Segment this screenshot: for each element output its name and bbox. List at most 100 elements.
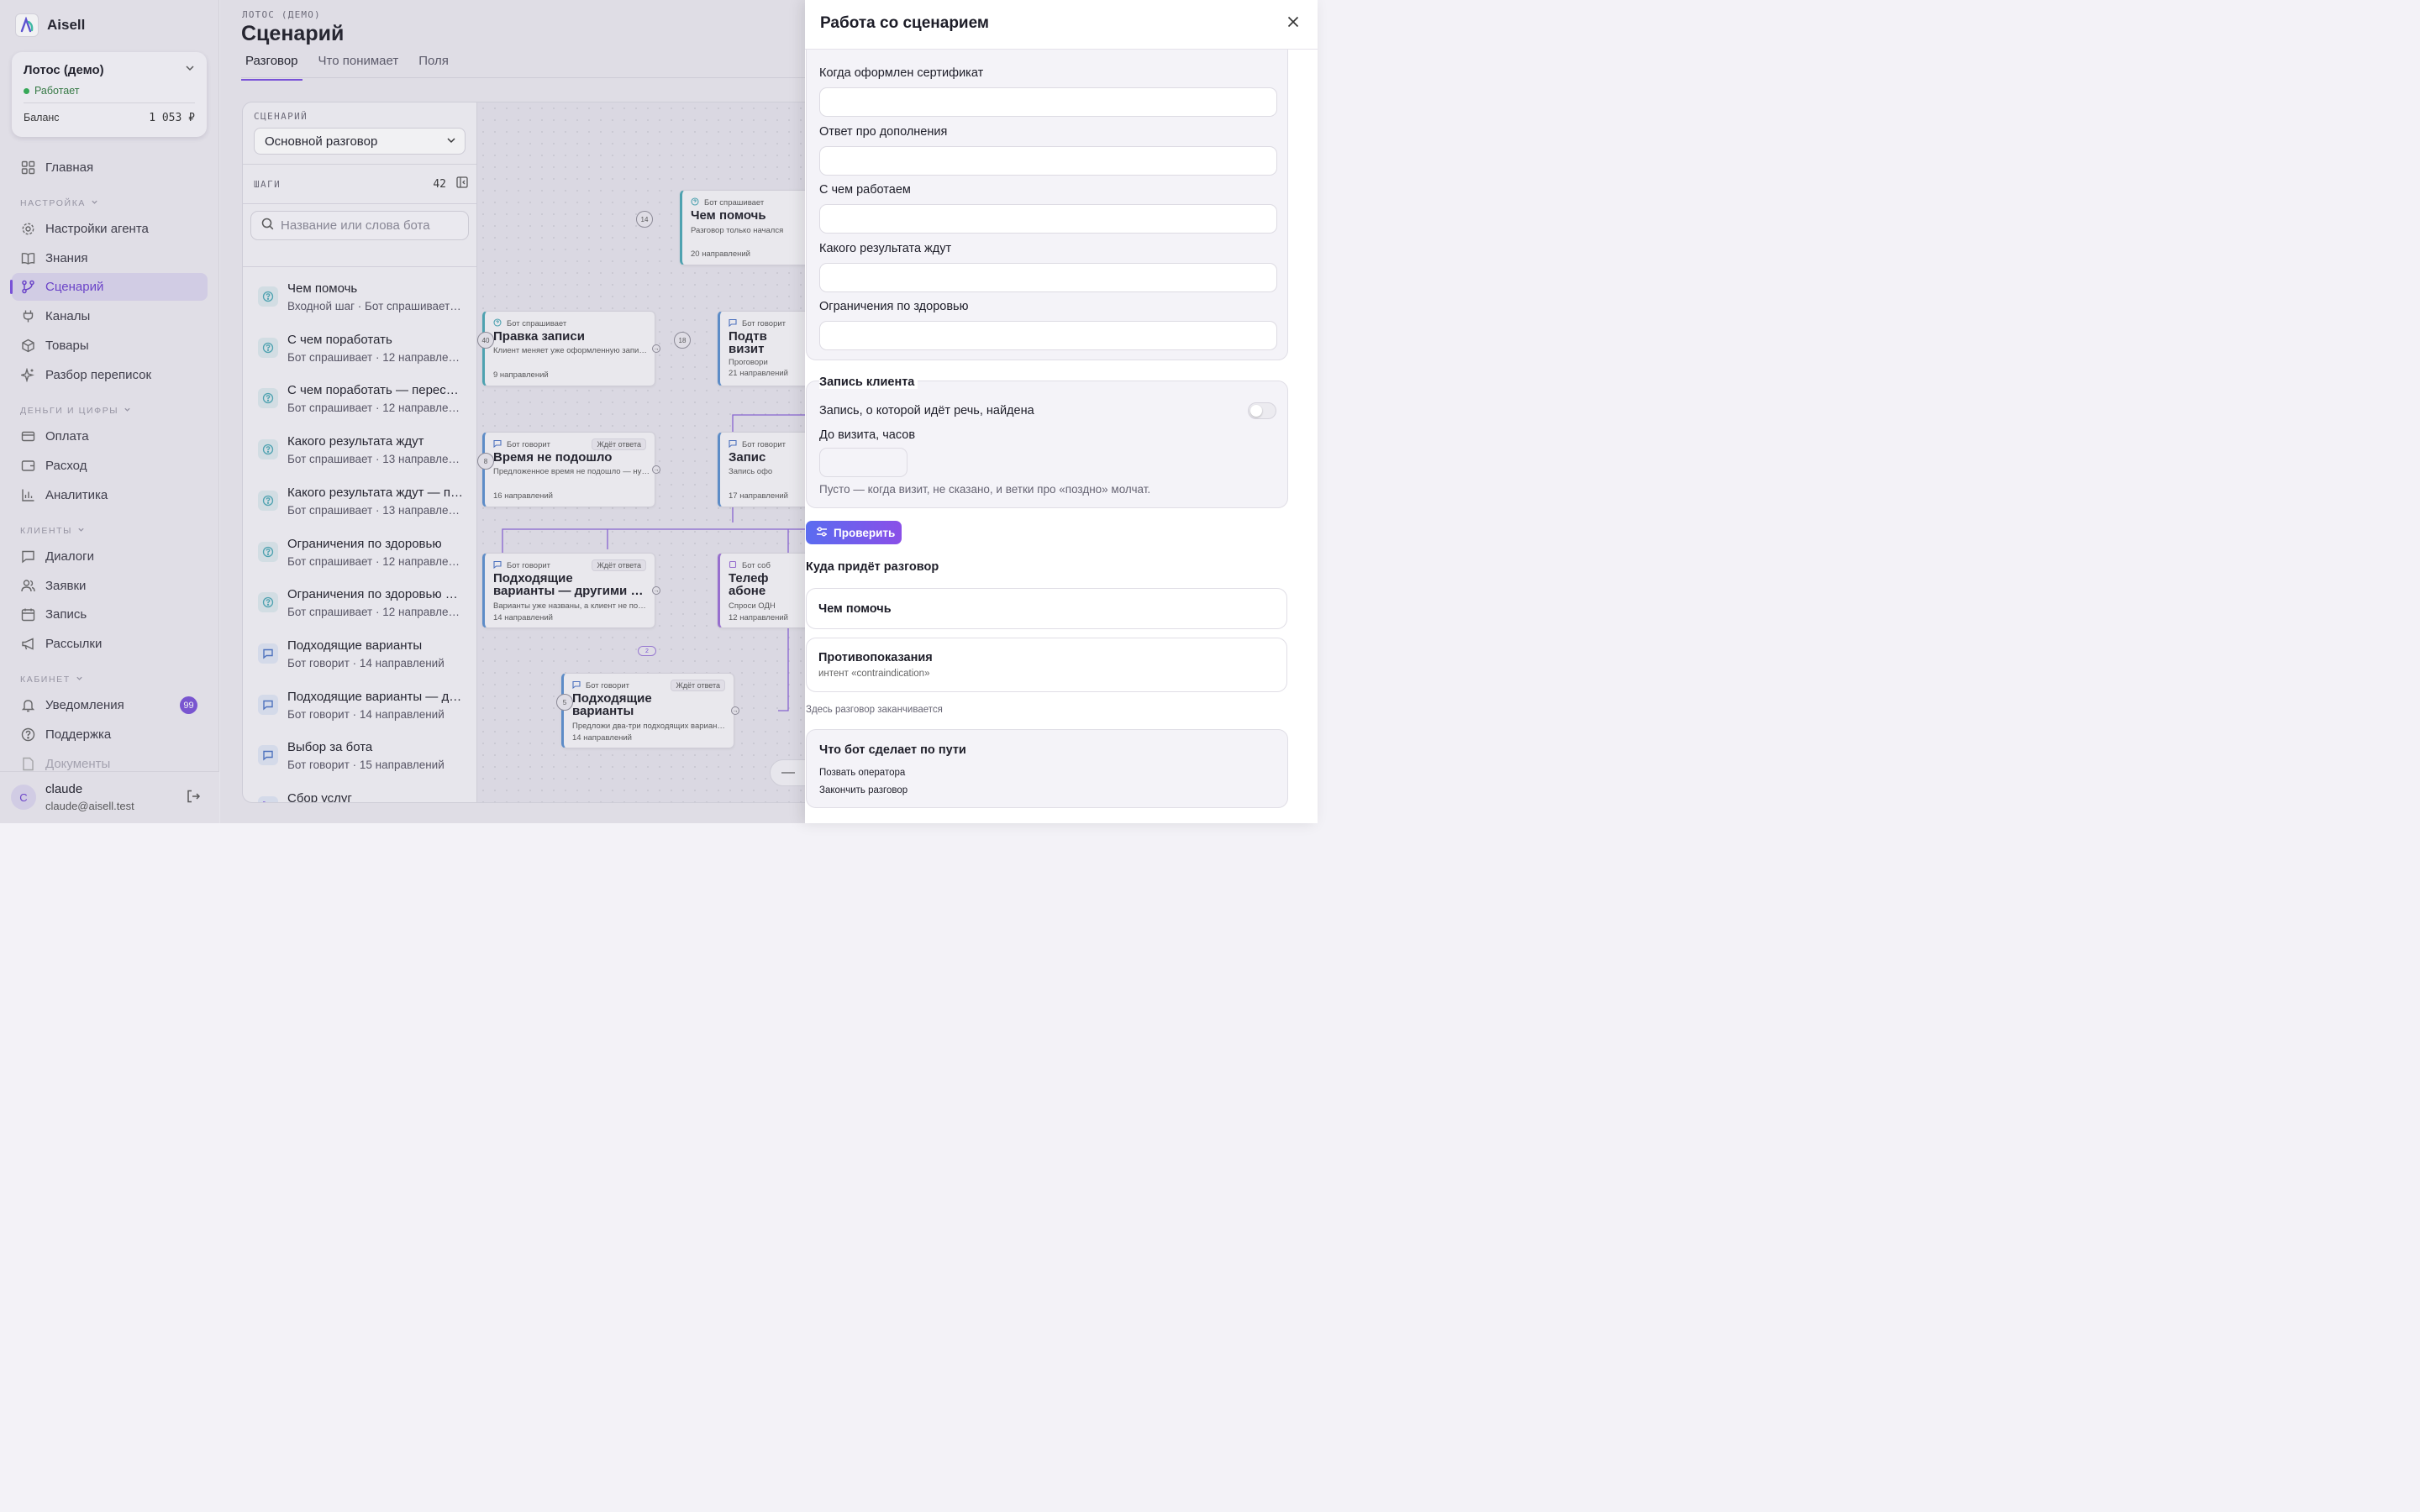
flow-node[interactable]: Бот спрашивает Чем помочь Разговор только …: [680, 190, 808, 265]
nav-review[interactable]: Разбор переписок: [12, 361, 208, 389]
node-kind-label: Бот говорит: [742, 440, 786, 449]
chevron-down-icon: [124, 406, 131, 416]
tab-understands[interactable]: Что понимает: [314, 52, 403, 81]
chevron-down-icon: [446, 134, 456, 149]
step-list-item[interactable]: Чем помочь Входной шаг · Бот спрашивает ·…: [258, 281, 468, 328]
nav-agent-settings-label: Настройки агента: [45, 222, 149, 236]
node-input-port[interactable]: 40: [477, 332, 494, 349]
branch-icon: [20, 280, 35, 295]
nav-section-settings-label: НАСТРОЙКА: [20, 198, 87, 208]
tabs-divider: [241, 77, 808, 78]
node-input-port[interactable]: 8: [477, 453, 494, 470]
nav-review-label: Разбор переписок: [45, 368, 152, 382]
tab-conversation[interactable]: Разговор: [241, 52, 302, 81]
step-list-item[interactable]: С чем поработать — переспрос Бот спрашива…: [258, 383, 468, 430]
flow-node[interactable]: Бот спрашивает Правка записи Клиент меняет…: [482, 311, 655, 386]
node-kind-label: Бот говорит: [507, 440, 551, 449]
nav-main[interactable]: Главная: [12, 154, 208, 181]
question-bubble-icon: [258, 337, 278, 358]
nav-analytics[interactable]: Аналитика: [12, 481, 208, 509]
step-list-item[interactable]: Ограничения по здоровью — переспрос Бот с…: [258, 587, 468, 634]
step-list-item[interactable]: Какого результата ждут — переспрос Бот сп…: [258, 486, 468, 533]
flow-node[interactable]: Бот говорит Ждёт ответа Подходящие варианты…: [561, 673, 734, 748]
nav-payment[interactable]: Оплата: [12, 423, 208, 450]
org-card[interactable]: Лотос (демо) Работает Баланс 1 053 ₽: [12, 52, 207, 137]
nav-knowledge[interactable]: Знания: [12, 244, 208, 272]
nav-dialogs[interactable]: Диалоги: [12, 543, 208, 570]
node-input-port[interactable]: 18: [674, 332, 691, 349]
node-input-port[interactable]: 5: [556, 694, 573, 711]
route-card-help[interactable]: Чем помочь: [806, 588, 1287, 629]
scenario-canvas[interactable]: Бот спрашивает Чем помочь Разговор только …: [477, 102, 808, 803]
chat-bubble-icon: [729, 318, 737, 329]
node-output-port[interactable]: →: [652, 465, 660, 474]
field-input[interactable]: [819, 204, 1277, 234]
field-input[interactable]: [819, 321, 1277, 350]
nav-documents-label: Документы: [45, 757, 111, 771]
step-subtitle: Бот говорит · 14 направлений: [287, 707, 445, 721]
nav-section-clients[interactable]: КЛИЕНТЫ: [20, 526, 85, 536]
flow-node[interactable]: Бот говорит Запис Запись офо 17 направлений: [718, 432, 808, 507]
nav-mailings[interactable]: Рассылки: [12, 630, 208, 658]
nav-products[interactable]: Товары: [12, 332, 208, 360]
scenario-select[interactable]: Основной разговор: [254, 128, 466, 155]
org-status: Работает: [24, 85, 195, 103]
step-search-placeholder: Название или слова бота: [281, 218, 430, 233]
node-title-line: Телеф: [729, 572, 769, 585]
avatar[interactable]: C: [11, 785, 36, 810]
node-input-port[interactable]: 14: [636, 211, 653, 228]
flow-node[interactable]: Бот говорит Ждёт ответа Время не подошло Пр…: [482, 432, 655, 507]
collapsed-group-badge[interactable]: 2: [638, 646, 656, 656]
record-found-toggle[interactable]: [1248, 402, 1276, 419]
org-status-text: Работает: [34, 85, 80, 97]
node-output-port[interactable]: →: [652, 586, 660, 595]
nav-channels[interactable]: Каналы: [12, 302, 208, 330]
aisell-logo-icon: [15, 13, 39, 37]
card-icon: [20, 429, 35, 444]
node-kind-label: Бот говорит: [507, 561, 551, 570]
nav-requests[interactable]: Заявки: [12, 572, 208, 600]
node-kind: Бот говорит: [493, 560, 550, 571]
step-search-input[interactable]: Название или слова бота: [250, 211, 469, 240]
step-list-item[interactable]: Подходящие варианты Бот говорит · 14 напр…: [258, 638, 468, 685]
step-list-item[interactable]: Выбор за бота Бот говорит · 15 направлени…: [258, 740, 468, 787]
field-input[interactable]: [819, 145, 1277, 176]
nav-section-settings[interactable]: НАСТРОЙКА: [20, 198, 98, 208]
chat-bubble-icon: [493, 560, 502, 571]
nav-scenario[interactable]: Сценарий: [10, 273, 208, 301]
nav-support[interactable]: Поддержка: [12, 721, 208, 748]
field-input[interactable]: [819, 87, 1277, 117]
logout-icon[interactable]: [186, 789, 201, 808]
step-list-item[interactable]: Сбор услуг: [258, 791, 468, 802]
megaphone-icon: [20, 637, 35, 652]
check-button[interactable]: Проверить: [806, 521, 902, 544]
nav-section-money[interactable]: ДЕНЬГИ И ЦИФРЫ: [20, 406, 131, 416]
field-input[interactable]: [819, 262, 1277, 292]
flow-node[interactable]: Бот говорит Подтв визит Проговори 21 направ…: [718, 311, 808, 386]
step-list-item[interactable]: С чем поработать Бот спрашивает · 12 напр…: [258, 333, 468, 380]
tab-fields[interactable]: Поля: [414, 52, 453, 81]
node-output-port[interactable]: →: [731, 706, 739, 715]
flow-node[interactable]: Бот соб Телеф абоне Спроси ОДН 12 направлени…: [718, 553, 808, 628]
nav-section-cabinet[interactable]: КАБИНЕТ: [20, 675, 83, 685]
step-list-item[interactable]: Какого результата ждут Бот спрашивает · 1…: [258, 434, 468, 481]
nav-notifications[interactable]: Уведомления 99: [12, 691, 208, 719]
zoom-out-button[interactable]: —: [770, 759, 807, 786]
step-list-item[interactable]: Ограничения по здоровью Бот спрашивает · …: [258, 537, 468, 584]
step-title: Какого результата ждут: [287, 434, 424, 449]
clipboard-icon: [729, 560, 737, 571]
hours-input[interactable]: [819, 448, 908, 477]
hours-label: До визита, часов: [819, 428, 916, 442]
nav-agent-settings[interactable]: Настройки агента: [12, 215, 208, 243]
chevron-down-icon[interactable]: [185, 62, 195, 77]
brand[interactable]: Aisell: [15, 13, 85, 37]
node-output-port[interactable]: →: [652, 344, 660, 353]
collapse-panel-icon[interactable]: [456, 176, 468, 192]
flow-node[interactable]: Бот говорит Ждёт ответа Подходящие варианты…: [482, 553, 655, 628]
nav-booking[interactable]: Запись: [12, 601, 208, 628]
route-card-contraindications[interactable]: Противопоказания интент «contraindicatio…: [806, 638, 1287, 692]
nav-requests-label: Заявки: [45, 579, 87, 593]
close-icon[interactable]: [1287, 16, 1299, 32]
nav-expense[interactable]: Расход: [12, 452, 208, 480]
step-list-item[interactable]: Подходящие варианты — другими словами Бот…: [258, 690, 468, 737]
